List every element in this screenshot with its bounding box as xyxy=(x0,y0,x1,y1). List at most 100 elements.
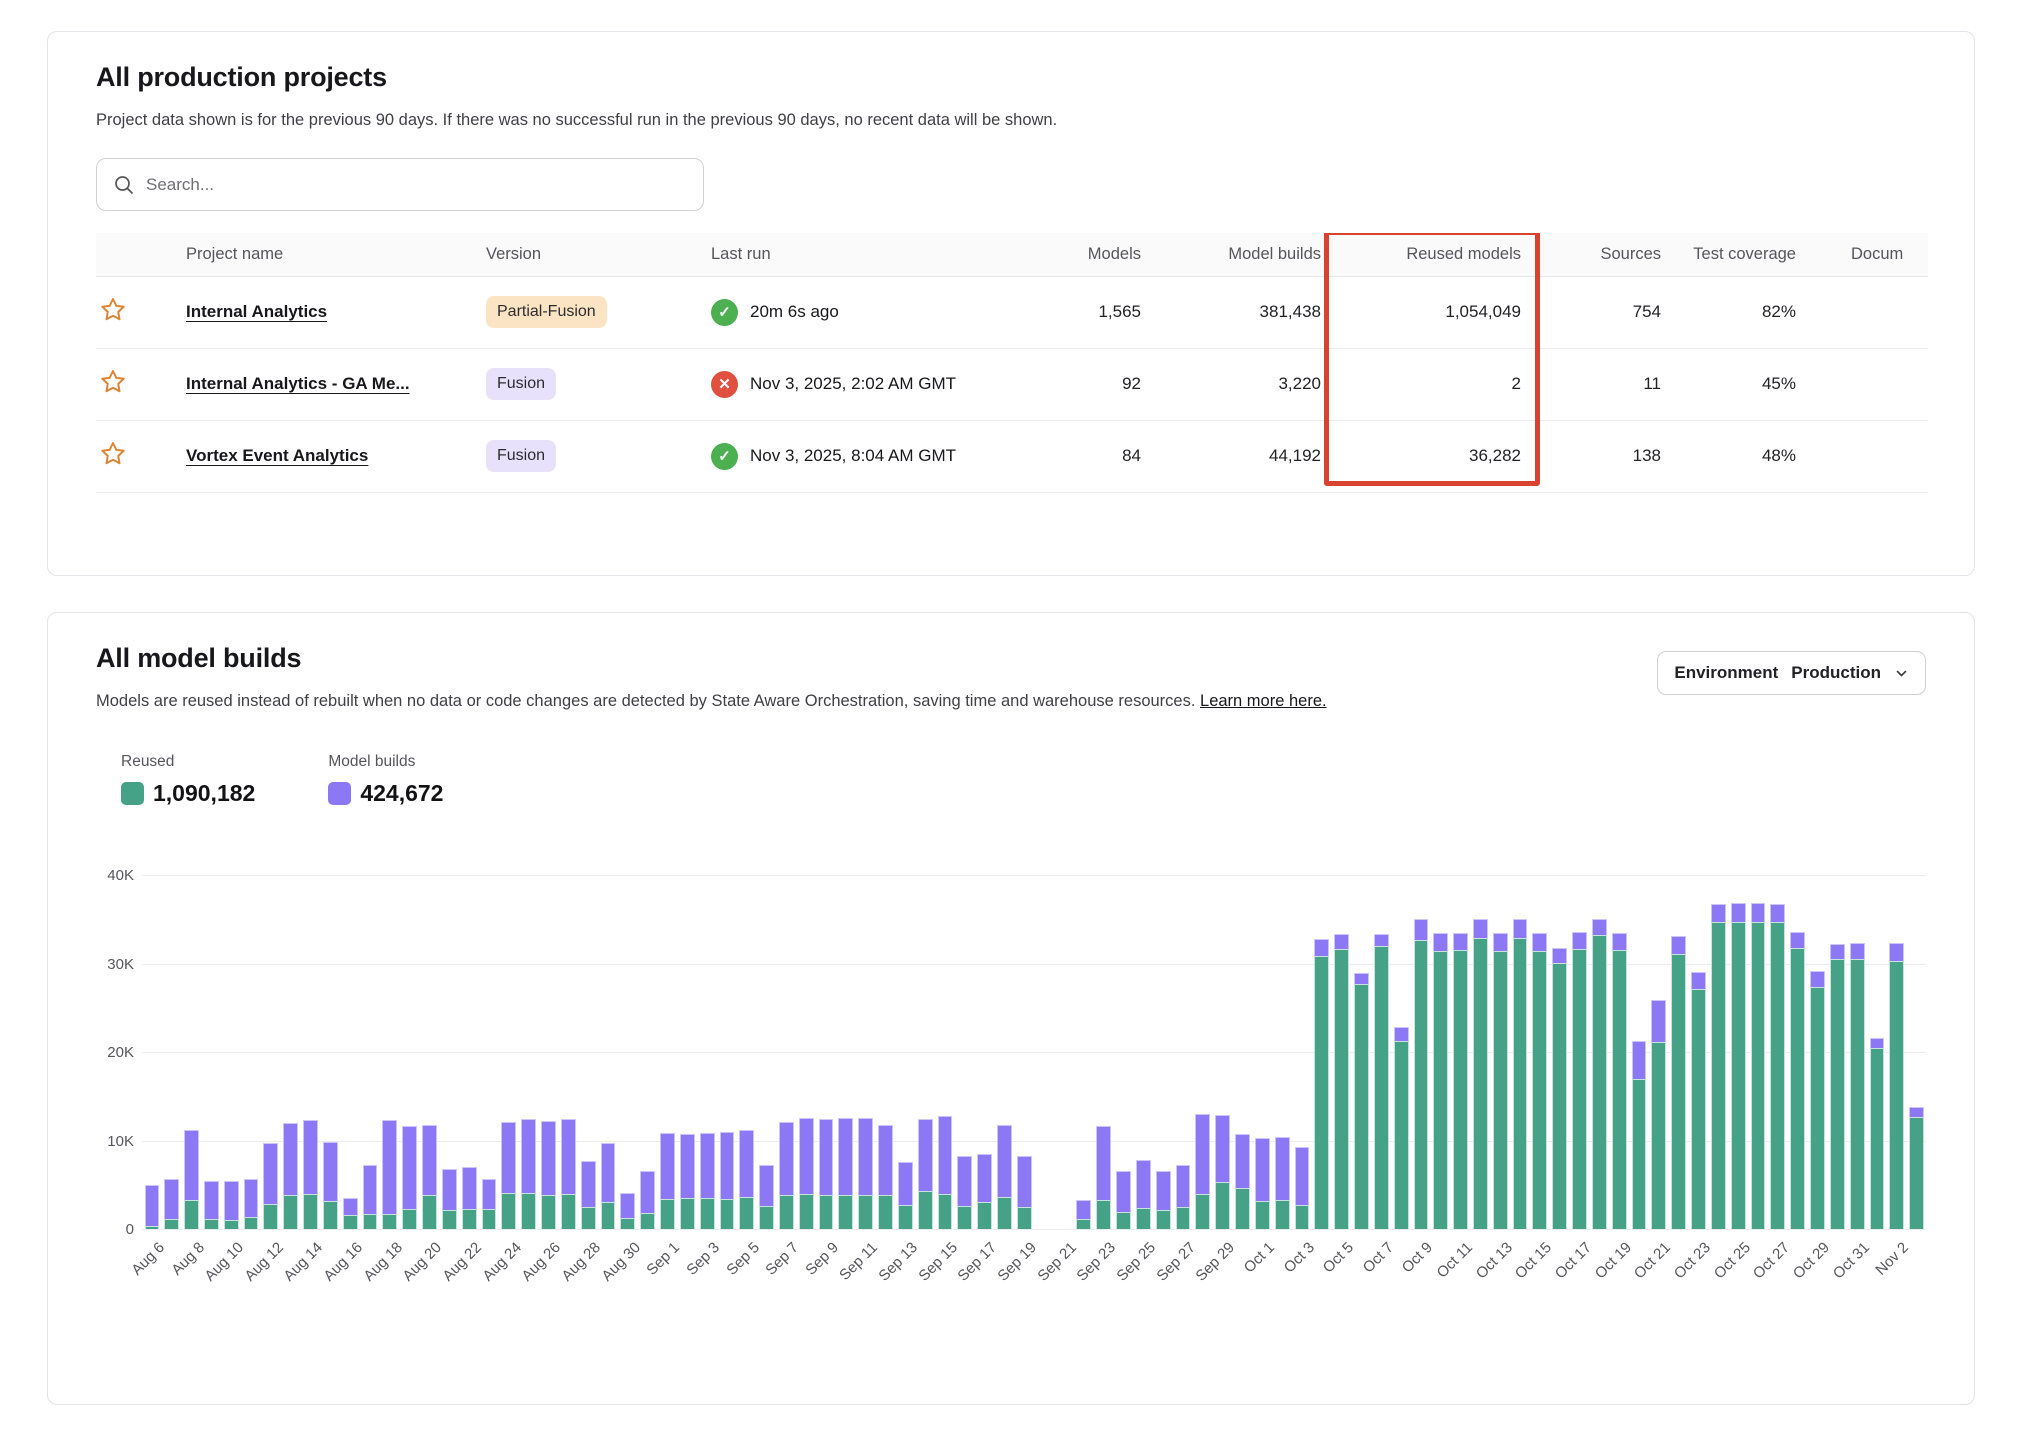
sources-cell: 11 xyxy=(1531,348,1671,420)
reused-bar-segment xyxy=(1295,1205,1310,1229)
chart-bar-slot xyxy=(1371,875,1391,1229)
chart-bar-slot xyxy=(717,875,737,1229)
model-builds-bar-segment xyxy=(1215,1115,1230,1182)
model-builds-bar-segment xyxy=(1176,1165,1191,1207)
model-builds-bar-segment xyxy=(1473,919,1488,938)
col-test-coverage: Test coverage xyxy=(1671,233,1851,276)
reused-bar-segment xyxy=(1354,984,1369,1229)
run-time-text: 20m 6s ago xyxy=(750,302,839,322)
chart-bar-slot xyxy=(1114,875,1134,1229)
reused-bar-segment xyxy=(184,1200,199,1229)
builds-card-title: All model builds xyxy=(96,643,1327,674)
project-name-link[interactable]: Internal Analytics - GA Me... xyxy=(186,374,410,393)
search-input[interactable] xyxy=(146,175,687,195)
chart-bar-slot xyxy=(1193,875,1213,1229)
model-builds-bar-segment xyxy=(1414,919,1429,939)
chart-bar-slot xyxy=(1788,875,1808,1229)
chart-bar-slot xyxy=(400,875,420,1229)
reused-bar-segment xyxy=(620,1218,635,1229)
model-builds-bar-segment xyxy=(1612,933,1627,951)
reused-bar-segment xyxy=(561,1194,576,1229)
builds-card-subtitle: Models are reused instead of rebuilt whe… xyxy=(96,692,1327,711)
reused-bar-segment xyxy=(1215,1182,1230,1229)
project-name-link[interactable]: Internal Analytics xyxy=(186,302,327,321)
model-builds-bar-segment xyxy=(700,1133,715,1198)
reused-bar-segment xyxy=(739,1197,754,1229)
reused-bar-segment xyxy=(442,1210,457,1229)
chart-bar-slot xyxy=(1847,875,1867,1229)
legend-item-reused: Reused 1,090,182 xyxy=(121,753,255,807)
reused-bar-segment xyxy=(1632,1079,1647,1229)
chart-bar-slot xyxy=(816,875,836,1229)
chart-bar-slot xyxy=(1173,875,1193,1229)
project-name-cell: Vortex Event Analytics xyxy=(186,420,486,492)
chart-bar-slot xyxy=(895,875,915,1229)
favorite-star-icon[interactable] xyxy=(98,367,128,397)
col-version: Version xyxy=(486,233,711,276)
chart-bar-slot xyxy=(1609,875,1629,1229)
model-builds-bar-segment xyxy=(1889,943,1904,961)
chart-bar-slot xyxy=(618,875,638,1229)
chart-bar-slot xyxy=(1252,875,1272,1229)
chart-bar-slot xyxy=(439,875,459,1229)
model-builds-bar-segment xyxy=(1374,934,1389,946)
chart-bar-slot xyxy=(1768,875,1788,1229)
model-builds-bar-segment xyxy=(1295,1147,1310,1205)
reused-bar-segment xyxy=(640,1213,655,1229)
favorite-star-icon[interactable] xyxy=(98,295,128,325)
reused-bar-segment xyxy=(1433,951,1448,1229)
model-builds-bar-segment xyxy=(1691,972,1706,989)
project-name-link[interactable]: Vortex Event Analytics xyxy=(186,446,368,465)
project-search[interactable] xyxy=(96,158,704,211)
x-axis-label: Sep 19 xyxy=(994,1239,1040,1285)
model-builds-bar-segment xyxy=(442,1169,457,1211)
reused-bar-segment xyxy=(1651,1042,1666,1229)
chart-bar-slot xyxy=(1867,875,1887,1229)
environment-select[interactable]: Environment Production xyxy=(1657,651,1926,695)
reused-bar-segment xyxy=(1334,949,1349,1229)
model-builds-bar-segment xyxy=(1632,1041,1647,1079)
model-builds-bar-segment xyxy=(1532,933,1547,952)
reused-bar-segment xyxy=(1453,950,1468,1229)
model-builds-bar-segment xyxy=(561,1119,576,1193)
models-cell: 1,565 xyxy=(1031,276,1151,348)
model-builds-bar-segment xyxy=(680,1134,695,1198)
model-builds-bar-segment xyxy=(1076,1200,1091,1219)
model-builds-bar-segment xyxy=(799,1118,814,1194)
favorite-cell xyxy=(96,420,186,492)
model-builds-bar-segment xyxy=(918,1119,933,1191)
favorite-star-icon[interactable] xyxy=(98,439,128,469)
chart-bar-slot xyxy=(1589,875,1609,1229)
run-time-text: Nov 3, 2025, 2:02 AM GMT xyxy=(750,374,956,394)
reused-bar-segment xyxy=(164,1219,179,1229)
chevron-down-icon xyxy=(1894,666,1909,681)
chart-bar-slot xyxy=(201,875,221,1229)
model-builds-chart: 40K 30K 20K 10K 0 Aug 6Aug 8Aug 10Aug 12… xyxy=(96,875,1926,1315)
legend-reused-total: 1,090,182 xyxy=(153,780,255,807)
col-models: Models xyxy=(1031,233,1151,276)
model-builds-bar-segment xyxy=(858,1118,873,1196)
learn-more-link[interactable]: Learn more here. xyxy=(1200,692,1327,710)
x-axis-label: Oct 19 xyxy=(1591,1239,1634,1282)
model-builds-bar-segment xyxy=(1096,1126,1111,1199)
chart-bar-slot xyxy=(1272,875,1292,1229)
x-axis-label: Sep 25 xyxy=(1113,1239,1159,1285)
chart-bar-slot xyxy=(1213,875,1233,1229)
model-builds-bar-segment xyxy=(224,1181,239,1220)
model-builds-bar-segment xyxy=(620,1193,635,1219)
last-run-cell: Nov 3, 2025, 8:04 AM GMT xyxy=(711,420,1031,492)
model-builds-bar-segment xyxy=(462,1167,477,1209)
documentation-cell xyxy=(1851,348,1928,420)
reused-bar-segment xyxy=(799,1194,814,1229)
reused-bar-segment xyxy=(422,1195,437,1230)
reused-bar-segment xyxy=(1691,989,1706,1229)
test-coverage-cell: 82% xyxy=(1671,276,1851,348)
projects-table-body: Internal AnalyticsPartial-Fusion20m 6s a… xyxy=(96,276,1928,492)
model-builds-bar-segment xyxy=(422,1125,437,1195)
x-axis-label: Aug 30 xyxy=(598,1239,644,1285)
chart-bar-slot xyxy=(380,875,400,1229)
reused-bar-segment xyxy=(1870,1048,1885,1229)
model-builds-cell: 44,192 xyxy=(1151,420,1331,492)
chart-bar-slot xyxy=(340,875,360,1229)
model-builds-bar-segment xyxy=(1731,903,1746,922)
